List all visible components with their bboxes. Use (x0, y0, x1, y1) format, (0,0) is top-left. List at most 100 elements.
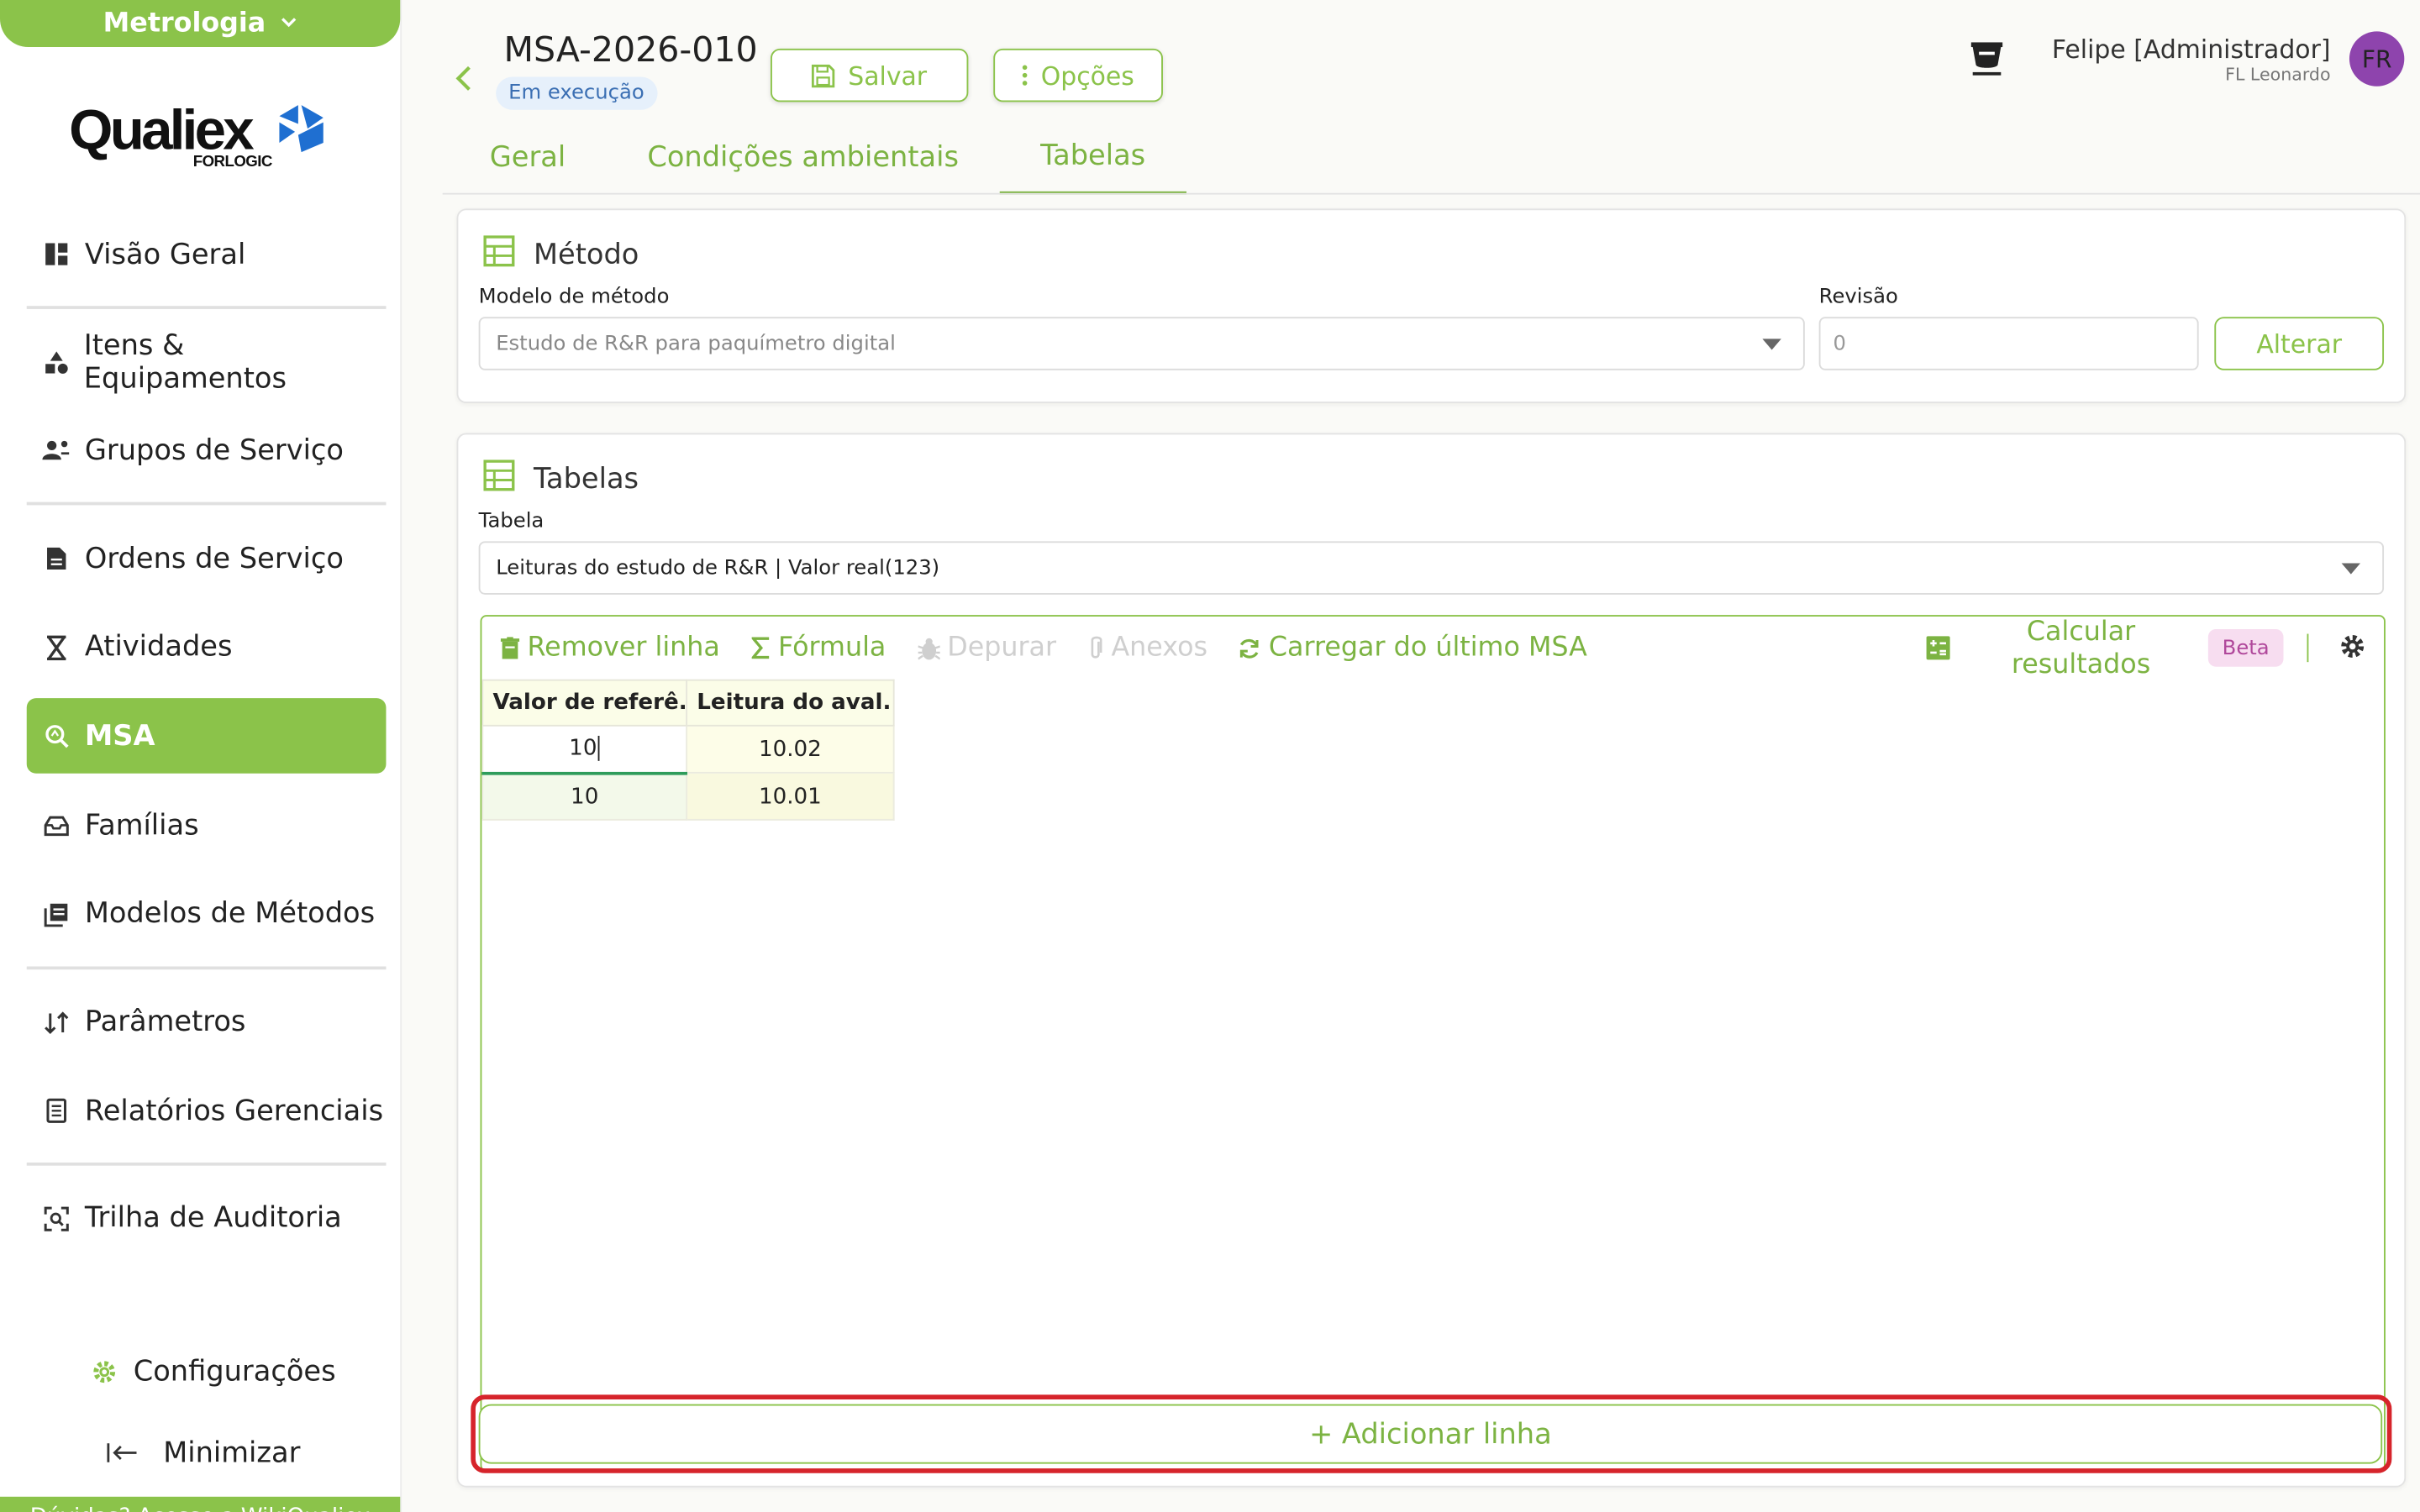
debug-button[interactable]: Depurar (917, 633, 1056, 664)
table-select[interactable]: Leituras do estudo de R&R | Valor real(1… (478, 541, 2385, 595)
toolbar-separator (2307, 633, 2309, 663)
page-title: MSA-2026-010 (503, 31, 758, 71)
shapes-icon (42, 348, 70, 376)
save-button[interactable]: Salvar (771, 48, 969, 102)
msa-search-icon (42, 722, 71, 751)
table-icon (483, 235, 515, 275)
table-row: 10 10.02 (481, 724, 895, 774)
column-header-reading[interactable]: Leitura do aval... (686, 679, 895, 727)
document-icon (42, 544, 71, 573)
tab-condicoes-ambientais[interactable]: Condições ambientais (607, 119, 1000, 195)
table-field-label: Tabela (478, 510, 544, 534)
calculate-results-icon[interactable] (1926, 617, 1951, 680)
calculate-results-button[interactable]: Calcular resultados (2011, 617, 2152, 682)
sidebar-bottom: Configurações Minimizar (0, 1343, 400, 1481)
sidebar-nav: Visão Geral Itens & Equipamentos Grupos … (26, 217, 387, 1270)
library-icon (42, 900, 71, 929)
table-row: 10 10.01 (481, 771, 895, 821)
method-card: Método Modelo de método Estudo de R&R pa… (456, 208, 2407, 403)
user-area: Felipe [Administrador] FL Leonardo FR (1970, 31, 2405, 87)
tray-icon (42, 811, 71, 840)
user-group-icon (42, 437, 71, 465)
sidebar-item-visao-geral[interactable]: Visão Geral (27, 217, 387, 292)
chevron-left-icon (455, 66, 471, 91)
table-icon (483, 459, 515, 499)
sidebar-item-atividades[interactable]: Atividades (27, 610, 387, 685)
report-icon (42, 1097, 71, 1126)
chevron-down-icon (281, 13, 297, 34)
module-label: Metrologia (103, 8, 266, 39)
tab-geral[interactable]: Geral (449, 119, 607, 195)
sidebar-item-msa[interactable]: MSA (26, 698, 387, 774)
user-info[interactable]: Felipe [Administrador] FL Leonardo (2052, 34, 2331, 84)
user-name: Felipe [Administrador] (2051, 34, 2331, 64)
column-header-reference[interactable]: Valor de referê... (481, 679, 688, 727)
sidebar-item-trilha-auditoria[interactable]: Trilha de Auditoria (27, 1181, 387, 1257)
method-card-title: Método (483, 235, 639, 275)
logo-mark-icon (273, 101, 329, 164)
table-cell[interactable]: 10.01 (686, 771, 895, 821)
dashboard-icon (42, 240, 71, 269)
options-button[interactable]: Opções (993, 48, 1163, 102)
sort-icon (42, 1008, 71, 1037)
avatar[interactable]: FR (2349, 31, 2405, 87)
module-switcher[interactable]: Metrologia (0, 0, 401, 48)
gear-icon (91, 1357, 118, 1384)
settings-button[interactable]: Configurações (0, 1343, 400, 1399)
sidebar-item-grupos-servico[interactable]: Grupos de Serviço (27, 413, 387, 489)
change-method-button[interactable]: Alterar (2214, 317, 2385, 370)
readings-table: Valor de referê... Leitura do aval... 10… (481, 679, 895, 821)
sidebar-item-itens-equipamentos[interactable]: Itens & Equipamentos (27, 324, 387, 400)
remove-row-button[interactable]: Remover linha (500, 633, 720, 664)
add-row-button[interactable]: + Adicionar linha (478, 1404, 2383, 1464)
nav-divider (26, 1162, 387, 1166)
caret-down-icon (2341, 563, 2361, 575)
sidebar-item-relatorios-gerenciais[interactable]: Relatórios Gerenciais (27, 1074, 387, 1149)
user-org: FL Leonardo (2225, 63, 2331, 84)
kebab-menu-icon (1023, 65, 1028, 86)
coffee-cup-icon[interactable] (1970, 40, 2008, 78)
nav-divider (26, 305, 387, 309)
tab-divider (442, 192, 2420, 195)
sidebar-item-parametros[interactable]: Parâmetros (27, 984, 387, 1060)
sidebar-item-ordens-servico[interactable]: Ordens de Serviço (27, 521, 387, 596)
nav-divider (26, 965, 387, 969)
beta-badge: Beta (2207, 628, 2284, 667)
grid-settings-gear-icon[interactable] (2338, 633, 2367, 667)
paperclip-icon (1091, 636, 1102, 659)
formula-button[interactable]: Fórmula (751, 633, 886, 664)
tab-tabelas[interactable]: Tabelas (999, 119, 1186, 195)
model-field-label: Modelo de método (478, 285, 670, 309)
table-cell[interactable]: 10.02 (686, 724, 895, 774)
bug-icon (917, 637, 939, 659)
load-last-msa-button[interactable]: Carregar do último MSA (1239, 633, 1587, 664)
revision-field-label: Revisão (1818, 285, 1898, 309)
tab-bar: Geral Condições ambientais Tabelas (449, 119, 1186, 195)
hourglass-icon (42, 633, 71, 662)
caret-down-icon (1762, 339, 1781, 350)
status-badge: Em execução (496, 76, 657, 110)
nav-divider (26, 501, 387, 506)
page-header: MSA-2026-010 Em execução Salvar Opções G… (402, 0, 2420, 195)
table-cell[interactable]: 10 (481, 771, 688, 821)
data-grid: Remover linha Fórmula Depurar Anexos Car… (480, 615, 2386, 1472)
method-model-select[interactable]: Estudo de R&R para paquímetro digital (478, 317, 1805, 370)
collapse-left-icon (107, 1441, 138, 1463)
tables-card-title: Tabelas (483, 459, 639, 499)
audit-icon (42, 1205, 71, 1233)
sigma-icon (751, 637, 769, 659)
table-cell-editing[interactable]: 10 (481, 724, 688, 774)
sidebar-item-modelos-metodos[interactable]: Modelos de Métodos (27, 877, 387, 953)
refresh-icon (1240, 638, 1260, 658)
sidebar-item-familias[interactable]: Famílias (27, 788, 387, 864)
back-button[interactable] (447, 60, 478, 97)
minimize-button[interactable]: Minimizar (0, 1425, 400, 1481)
wiki-link[interactable]: WikiQualiex (241, 1504, 371, 1512)
floppy-icon (812, 63, 835, 87)
help-bar: Dúvidas? Acesse a WikiQualiex (0, 1496, 401, 1512)
sidebar: Metrologia Qualiex FORLOGIC Visão Geral (0, 0, 402, 1512)
revision-input[interactable]: 0 (1818, 317, 2199, 370)
attachments-button[interactable]: Anexos (1087, 633, 1207, 664)
tables-card: Tabelas Tabela Leituras do estudo de R&R… (456, 433, 2407, 1488)
trash-icon (500, 636, 520, 659)
